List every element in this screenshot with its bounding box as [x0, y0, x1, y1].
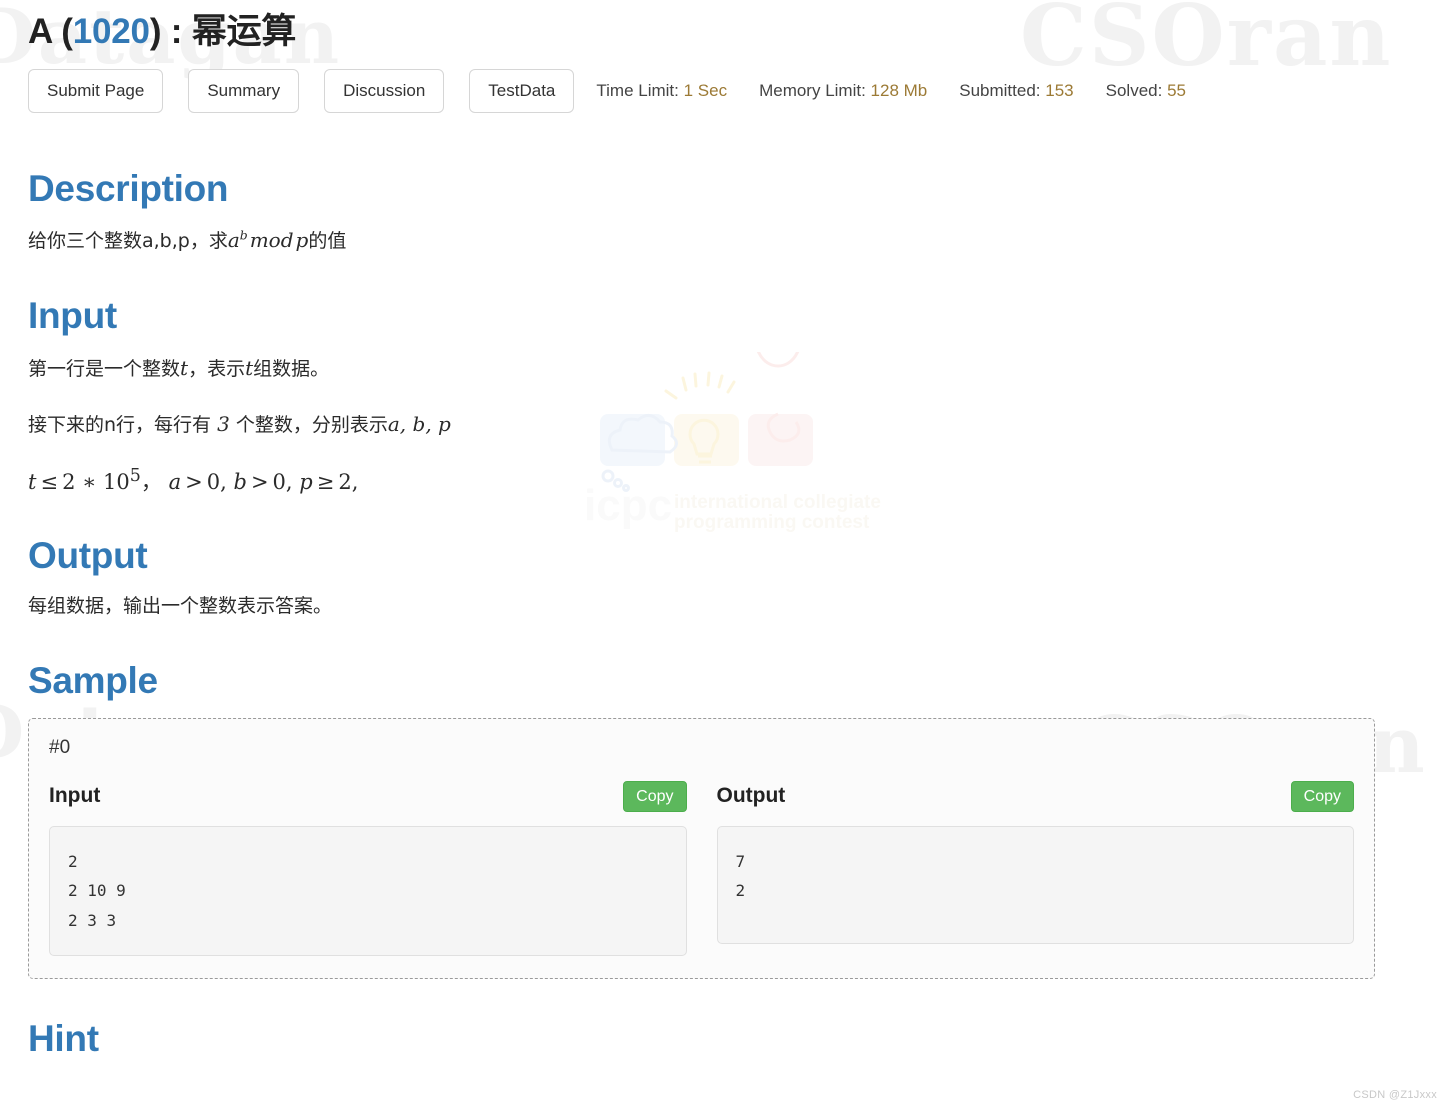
input-line-1-after: 组数据。 — [253, 357, 330, 380]
csdn-watermark: CSDN @Z1Jxxx — [1353, 1089, 1437, 1101]
formula-base: a — [227, 228, 240, 253]
summary-button[interactable]: Summary — [188, 68, 300, 113]
sample-case-container: #0 Input Copy 2 2 10 9 2 3 3 Output Copy… — [28, 717, 1375, 980]
input-line-2: 接下来的n行，每行有 3 个整数，分别表示a, b, p — [28, 409, 1421, 440]
sample-input-label: Input — [49, 784, 101, 808]
page-title: A (1020) : 幂运算 — [28, 0, 1421, 55]
constraint-comma: ， — [140, 469, 162, 494]
constraint-bound: 2 ∗ 10 — [62, 469, 130, 494]
problem-name: 幂运算 — [191, 12, 297, 52]
input-line-1: 第一行是一个整数t，表示t组数据。 — [28, 353, 1421, 384]
sample-output-code: 7 2 — [716, 825, 1354, 944]
toolbar: Submit Page Summary Discussion TestData … — [28, 68, 1421, 113]
section-heading-description: Description — [28, 167, 229, 209]
submit-page-button[interactable]: Submit Page — [28, 68, 164, 113]
constraint-ge: ≥ — [316, 469, 335, 494]
stat-time-limit-label: Time Limit: — [596, 80, 684, 100]
formula-mod: mod — [249, 228, 294, 253]
section-heading-output: Output — [28, 534, 148, 576]
input-count-three: 3 — [217, 412, 230, 437]
stat-solved-label: Solved: — [1105, 80, 1168, 100]
formula-exponent: b — [239, 227, 248, 243]
problem-id: 1020 — [72, 12, 150, 51]
stat-time-limit-value: 1 Sec — [683, 80, 728, 100]
input-line-1-before: 第一行是一个整数 — [28, 357, 181, 380]
input-var-t-1: t — [180, 355, 189, 380]
stat-submitted-value: 153 — [1045, 80, 1074, 100]
sample-columns: Input Copy 2 2 10 9 2 3 3 Output Copy 7 … — [49, 780, 1354, 957]
sample-output-column: Output Copy 7 2 — [716, 780, 1354, 957]
sample-input-column: Input Copy 2 2 10 9 2 3 3 — [49, 780, 687, 957]
stat-solved: Solved: 55 — [1106, 81, 1186, 101]
formula-modulus: p — [295, 228, 309, 253]
stat-solved-value: 55 — [1167, 80, 1186, 100]
constraint-two: 2, — [338, 469, 359, 494]
title-separator: ) : — [149, 12, 192, 51]
constraint-le: ≤ — [40, 469, 59, 494]
constraint-gt-2: > — [250, 469, 269, 494]
constraint-exponent: 5 — [129, 465, 141, 486]
constraint-zero-1: 0, — [206, 469, 227, 494]
sample-output-header: Output Copy — [716, 780, 1354, 812]
problem-page: A (1020) : 幂运算 Submit Page Summary Discu… — [0, 0, 1449, 1060]
constraint-gt-1: > — [185, 469, 203, 494]
stat-submitted-label: Submitted: — [959, 80, 1046, 100]
copy-input-button[interactable]: Copy — [623, 780, 687, 812]
input-line-2-mid: 个整数，分别表示 — [229, 414, 388, 437]
constraint-zero-2: 0, — [272, 469, 293, 494]
stat-memory-limit-value: 128 Mb — [870, 80, 928, 100]
description-formula: ab mod p — [227, 227, 309, 253]
problem-stats: Time Limit: 1 Sec Memory Limit: 128 Mb S… — [596, 81, 1186, 101]
stat-memory-limit: Memory Limit: 128 Mb — [759, 81, 927, 101]
input-constraints: t ≤2 ∗ 105， a >0, b >0, p ≥2, — [28, 466, 1421, 496]
constraint-b: b — [233, 469, 247, 494]
testdata-button[interactable]: TestData — [469, 68, 575, 113]
stat-memory-limit-label: Memory Limit: — [759, 80, 871, 100]
section-heading-hint: Hint — [28, 1018, 99, 1060]
problem-letter: A ( — [28, 12, 73, 51]
input-line-2-before: 接下来的n行，每行有 — [28, 414, 218, 437]
stat-submitted: Submitted: 153 — [959, 81, 1073, 101]
discussion-button[interactable]: Discussion — [324, 68, 445, 113]
constraint-a: a — [168, 469, 182, 494]
section-heading-sample: Sample — [28, 659, 158, 701]
description-text-after: 的值 — [308, 230, 347, 253]
description-text-before: 给你三个整数a,b,p，求 — [28, 230, 228, 253]
input-var-t-2: t — [245, 355, 254, 380]
description-text: 给你三个整数a,b,p，求ab mod p的值 — [28, 225, 1421, 256]
sample-input-header: Input Copy — [49, 780, 687, 812]
copy-output-button[interactable]: Copy — [1290, 780, 1354, 812]
section-heading-input: Input — [28, 294, 117, 336]
input-vars-abp: a, b, p — [387, 412, 451, 437]
constraint-p: p — [299, 469, 313, 494]
sample-input-code: 2 2 10 9 2 3 3 — [49, 825, 687, 957]
output-text: 每组数据，输出一个整数表示答案。 — [28, 595, 333, 618]
input-line-1-mid: ，表示 — [188, 357, 246, 380]
sample-output-label: Output — [716, 784, 786, 808]
stat-time-limit: Time Limit: 1 Sec — [596, 81, 727, 101]
sample-case-id: #0 — [49, 736, 71, 758]
